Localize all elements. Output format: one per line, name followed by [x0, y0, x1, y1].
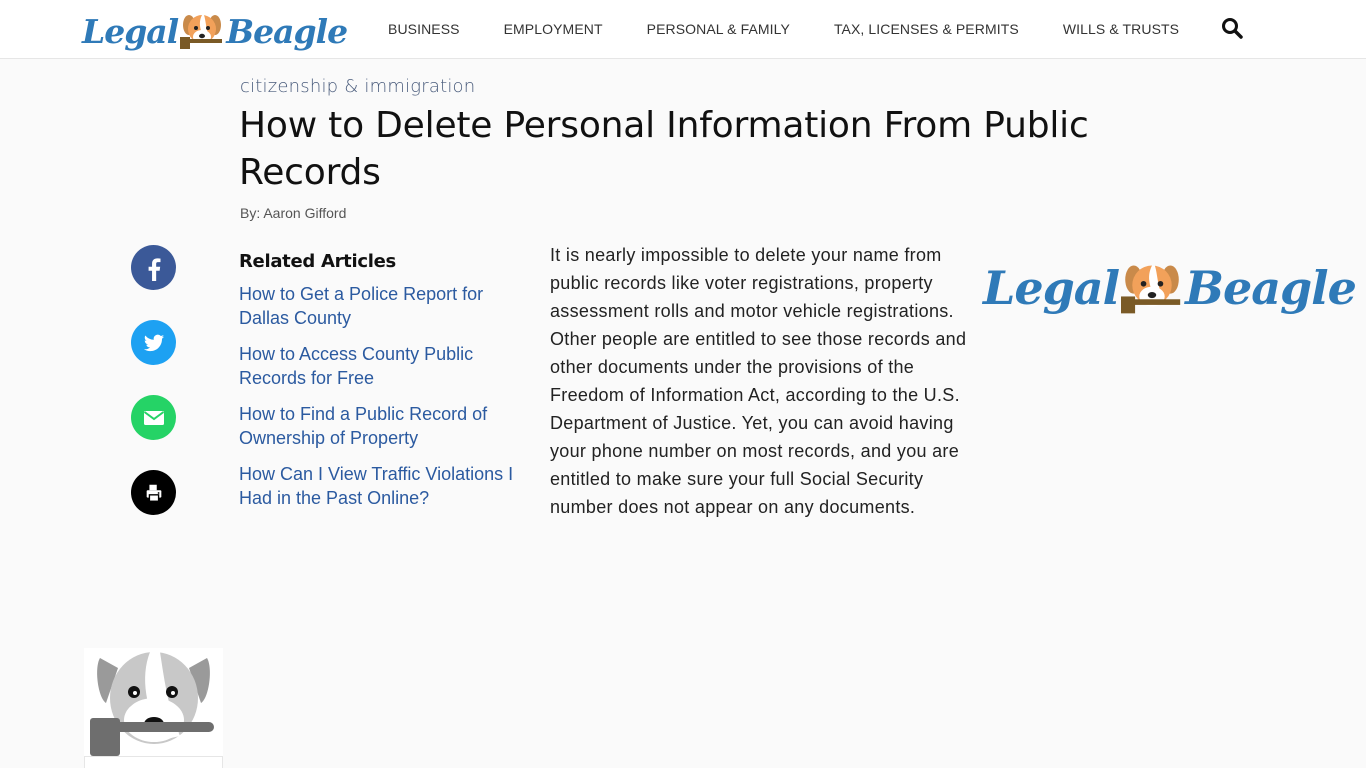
- site-logo[interactable]: Legal Beagle: [82, 8, 348, 54]
- related-link[interactable]: How to Find a Public Record of Ownership…: [239, 402, 529, 450]
- print-button[interactable]: [131, 470, 176, 515]
- related-link[interactable]: How to Get a Police Report for Dallas Co…: [239, 282, 529, 330]
- related-link[interactable]: How to Access County Public Records for …: [239, 342, 529, 390]
- facebook-icon: [148, 257, 160, 281]
- author-byline: By: Aaron Gifford: [240, 205, 347, 221]
- main-nav: BUSINESS EMPLOYMENT PERSONAL & FAMILY TA…: [388, 0, 1223, 58]
- article-body: It is nearly impossible to delete your n…: [550, 245, 967, 517]
- logo-text-beagle: Beagle: [1185, 261, 1357, 315]
- nav-employment[interactable]: EMPLOYMENT: [504, 21, 603, 37]
- author-card-base: [84, 756, 223, 768]
- page-title: How to Delete Personal Information From …: [239, 105, 1089, 193]
- author-avatar-card: [84, 648, 223, 768]
- article-category[interactable]: citizenship & immigration: [240, 76, 475, 97]
- twitter-icon: [143, 334, 164, 351]
- beagle-mascot-icon: [90, 652, 214, 756]
- related-link[interactable]: How Can I View Traffic Violations I Had …: [239, 462, 529, 510]
- logo-text-legal: Legal: [82, 11, 179, 51]
- nav-personal-family[interactable]: PERSONAL & FAMILY: [647, 21, 790, 37]
- nav-business[interactable]: BUSINESS: [388, 21, 460, 37]
- logo-text-beagle: Beagle: [226, 11, 348, 51]
- facebook-share-button[interactable]: [131, 245, 176, 290]
- logo-text-legal: Legal: [983, 261, 1120, 315]
- nav-wills-trusts[interactable]: WILLS & TRUSTS: [1063, 21, 1179, 37]
- email-icon: [143, 410, 164, 425]
- sidebar-logo: Legal Beagle: [983, 255, 1357, 321]
- related-articles: Related Articles How to Get a Police Rep…: [239, 251, 529, 522]
- related-articles-heading: Related Articles: [239, 251, 396, 272]
- beagle-logo-icon: [180, 9, 224, 53]
- beagle-logo-icon: [1121, 257, 1183, 319]
- search-icon[interactable]: [1220, 16, 1244, 40]
- site-header: Legal Beagle BUSINESS EMPLOYMENT PERSONA…: [0, 0, 1366, 59]
- email-share-button[interactable]: [131, 395, 176, 440]
- print-icon: [146, 484, 161, 502]
- nav-tax-licenses-permits[interactable]: TAX, LICENSES & PERMITS: [834, 21, 1019, 37]
- twitter-share-button[interactable]: [131, 320, 176, 365]
